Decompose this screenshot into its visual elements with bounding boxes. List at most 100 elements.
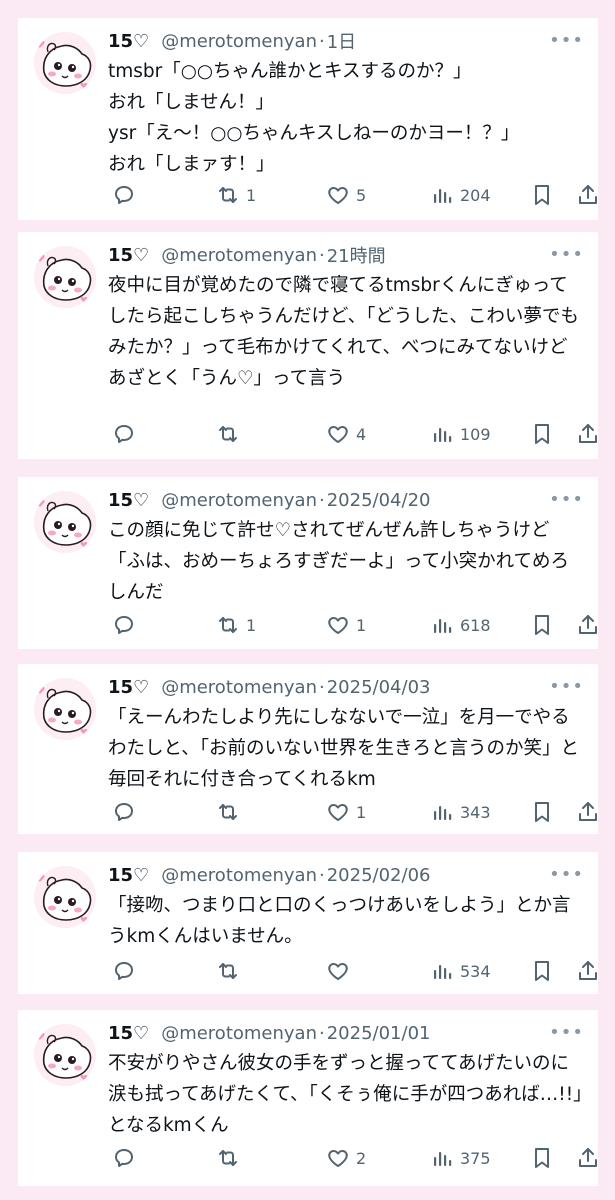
display-name[interactable]: 15♡ <box>108 865 149 886</box>
share-button[interactable] <box>576 959 600 983</box>
more-icon[interactable]: ••• <box>549 244 584 265</box>
tweet-text: 夜中に目が覚めたので隣で寝てるtmsbrくんにぎゅってしたら起こしちゃうんだけど… <box>108 275 579 389</box>
tweet-card[interactable]: 15♡ @merotomenyan · 21時間 ••• 夜中に目が覚めたので隣… <box>18 232 598 459</box>
avatar[interactable] <box>34 678 96 740</box>
timestamp[interactable]: 2025/04/20 <box>327 490 431 511</box>
retweet-button[interactable] <box>216 1146 246 1170</box>
more-icon[interactable]: ••• <box>549 864 584 885</box>
bookmark-button[interactable] <box>530 183 554 207</box>
share-button[interactable] <box>576 183 600 207</box>
share-button[interactable] <box>576 613 600 637</box>
avatar-image-icon <box>34 491 96 553</box>
more-icon[interactable]: ••• <box>549 1022 584 1043</box>
bookmark-icon <box>530 959 554 983</box>
retweet-button[interactable] <box>216 959 246 983</box>
avatar-image-icon <box>34 246 96 308</box>
share-icon <box>576 613 600 637</box>
reply-icon <box>112 1146 136 1170</box>
separator-dot: · <box>319 244 325 266</box>
action-bar: 1 1 618 <box>106 610 597 640</box>
like-button[interactable]: 2 <box>326 1146 366 1170</box>
tweet-card[interactable]: 15♡ @merotomenyan · 1日 ••• tmsbr「○○ちゃん誰か… <box>18 18 598 220</box>
reply-button[interactable] <box>112 1146 142 1170</box>
like-button[interactable]: 1 <box>326 800 366 824</box>
like-button[interactable]: 4 <box>326 422 366 446</box>
reply-button[interactable] <box>112 422 142 446</box>
retweet-button[interactable]: 1 <box>216 183 256 207</box>
like-button[interactable] <box>326 959 356 983</box>
share-button[interactable] <box>576 1146 600 1170</box>
timestamp[interactable]: 2025/04/03 <box>327 677 431 698</box>
views-count: 618 <box>460 615 491 635</box>
views-button[interactable]: 618 <box>430 613 491 637</box>
bookmark-button[interactable] <box>530 613 554 637</box>
views-button[interactable]: 204 <box>430 183 491 207</box>
reply-button[interactable] <box>112 959 142 983</box>
more-icon[interactable]: ••• <box>549 489 584 510</box>
views-icon <box>430 800 454 824</box>
bookmark-icon <box>530 422 554 446</box>
avatar[interactable] <box>34 491 96 553</box>
user-handle[interactable]: @merotomenyan <box>161 245 317 266</box>
timestamp[interactable]: 2025/01/01 <box>327 1023 431 1044</box>
user-handle[interactable]: @merotomenyan <box>161 31 317 52</box>
retweet-button[interactable] <box>216 422 246 446</box>
views-count: 109 <box>460 424 491 444</box>
display-name[interactable]: 15♡ <box>108 245 149 266</box>
reply-icon <box>112 422 136 446</box>
views-count: 343 <box>460 802 491 822</box>
tweet-header: 15♡ @merotomenyan · 1日 ••• <box>108 28 584 54</box>
more-icon[interactable]: ••• <box>549 30 584 51</box>
timestamp[interactable]: 2025/02/06 <box>327 865 431 886</box>
tweet-card[interactable]: 15♡ @merotomenyan · 2025/01/01 ••• 不安がりや… <box>18 1010 598 1186</box>
like-count: 4 <box>356 424 367 444</box>
user-handle[interactable]: @merotomenyan <box>161 1023 317 1044</box>
views-button[interactable]: 343 <box>430 800 491 824</box>
display-name[interactable]: 15♡ <box>108 1023 149 1044</box>
share-button[interactable] <box>576 422 600 446</box>
retweet-icon <box>216 422 240 446</box>
avatar[interactable] <box>34 246 96 308</box>
action-bar: 2 375 <box>106 1143 597 1173</box>
bookmark-button[interactable] <box>530 800 554 824</box>
heart-icon <box>326 1146 350 1170</box>
user-handle[interactable]: @merotomenyan <box>161 490 317 511</box>
avatar[interactable] <box>34 32 96 94</box>
timeline-feed: 15♡ @merotomenyan · 1日 ••• tmsbr「○○ちゃん誰か… <box>0 0 615 1200</box>
views-icon <box>430 183 454 207</box>
display-name[interactable]: 15♡ <box>108 31 149 52</box>
avatar[interactable] <box>34 866 96 928</box>
user-handle[interactable]: @merotomenyan <box>161 865 317 886</box>
timestamp[interactable]: 21時間 <box>327 242 386 268</box>
bookmark-button[interactable] <box>530 422 554 446</box>
reply-button[interactable] <box>112 800 142 824</box>
action-bar: 1 5 204 <box>106 180 597 210</box>
user-handle[interactable]: @merotomenyan <box>161 677 317 698</box>
reply-button[interactable] <box>112 613 142 637</box>
bookmark-icon <box>530 1146 554 1170</box>
tweet-card[interactable]: 15♡ @merotomenyan · 2025/04/20 ••• この顔に免… <box>18 477 598 649</box>
views-button[interactable]: 375 <box>430 1146 491 1170</box>
timestamp[interactable]: 1日 <box>327 28 356 54</box>
views-button[interactable]: 109 <box>430 422 491 446</box>
bookmark-button[interactable] <box>530 1146 554 1170</box>
bookmark-button[interactable] <box>530 959 554 983</box>
like-button[interactable]: 5 <box>326 183 366 207</box>
tweet-header: 15♡ @merotomenyan · 2025/01/01 ••• <box>108 1020 584 1046</box>
views-button[interactable]: 534 <box>430 959 491 983</box>
heart-icon <box>326 183 350 207</box>
more-icon[interactable]: ••• <box>549 676 584 697</box>
retweet-button[interactable]: 1 <box>216 613 256 637</box>
avatar[interactable] <box>34 1024 96 1086</box>
reply-button[interactable] <box>112 183 142 207</box>
like-button[interactable]: 1 <box>326 613 366 637</box>
tweet-card[interactable]: 15♡ @merotomenyan · 2025/02/06 ••• 「接吻、つ… <box>18 852 598 994</box>
retweet-icon <box>216 613 240 637</box>
display-name[interactable]: 15♡ <box>108 490 149 511</box>
reply-icon <box>112 613 136 637</box>
share-button[interactable] <box>576 800 600 824</box>
tweet-card[interactable]: 15♡ @merotomenyan · 2025/04/03 ••• 「えーんわ… <box>18 664 598 834</box>
retweet-button[interactable] <box>216 800 246 824</box>
retweet-icon <box>216 959 240 983</box>
display-name[interactable]: 15♡ <box>108 677 149 698</box>
